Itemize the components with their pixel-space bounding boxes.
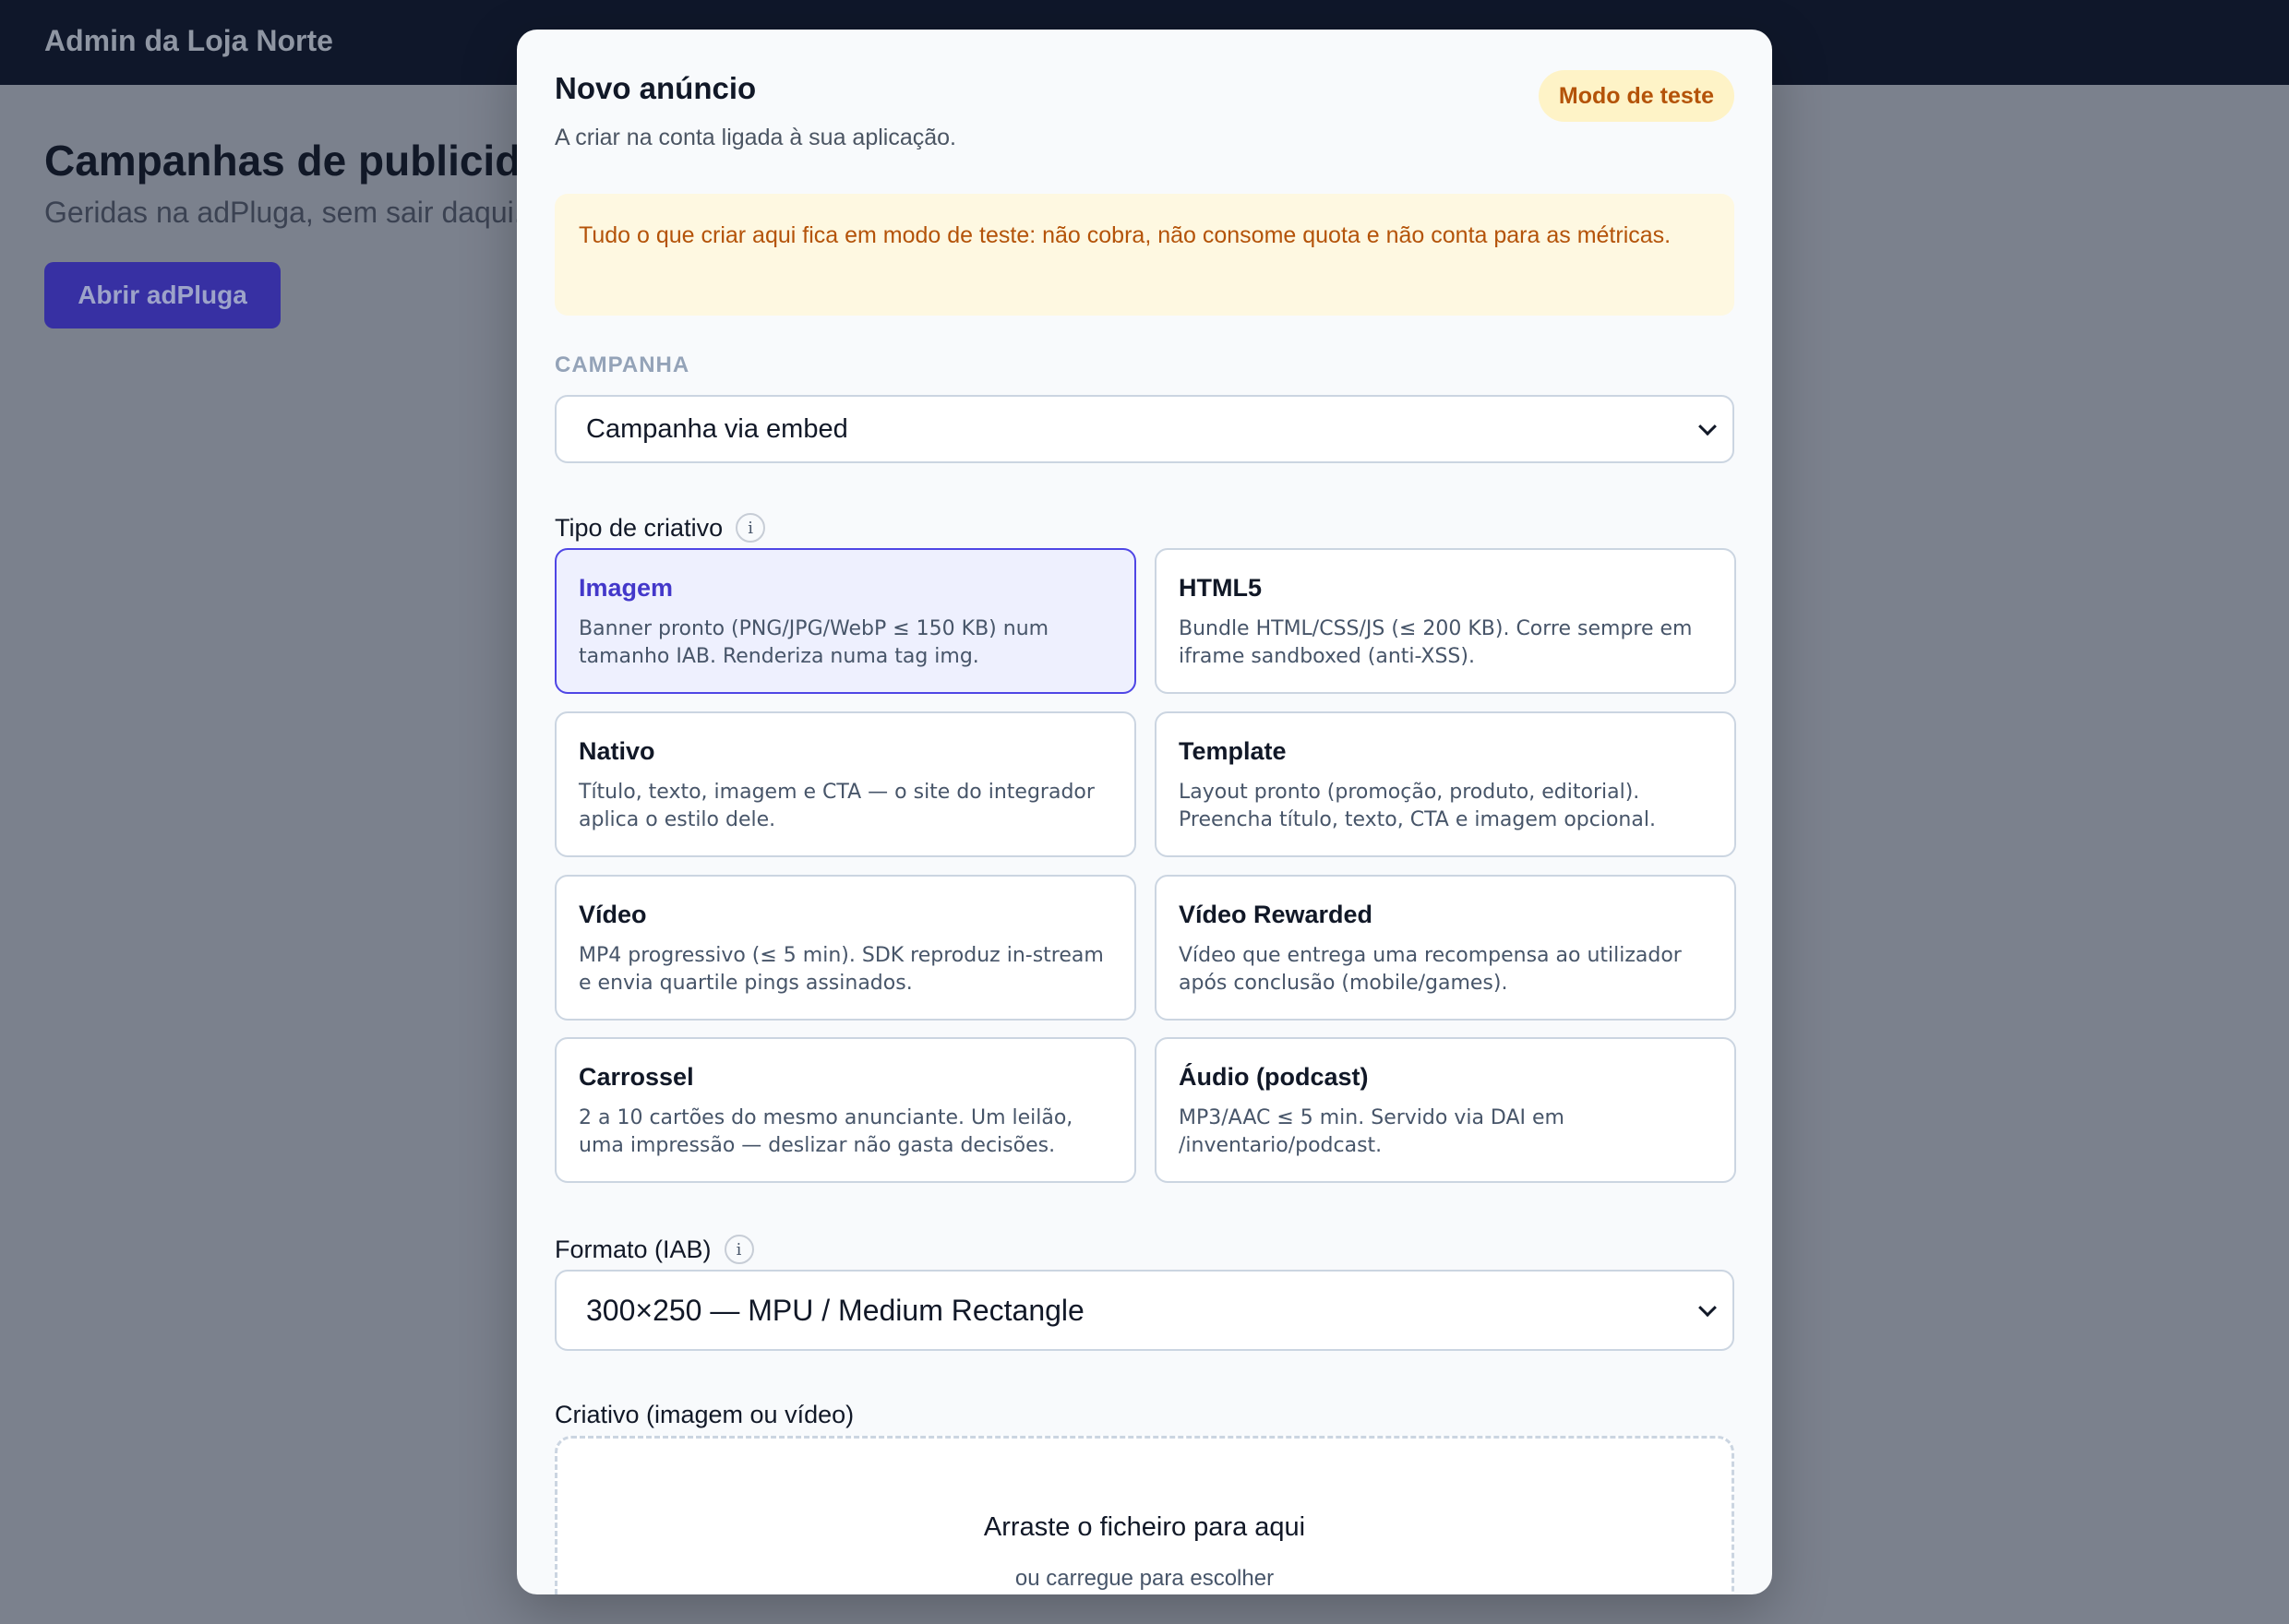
card-description: Título, texto, imagem e CTA — o site do … (579, 781, 1095, 831)
format-select-value: 300×250 — MPU / Medium Rectangle (586, 1293, 1085, 1327)
page-subtitle: Geridas na adPluga, sem sair daqui. (44, 196, 522, 229)
card-title: HTML5 (1179, 574, 1262, 602)
modal-description: A criar na conta ligada à sua aplicação. (555, 125, 956, 150)
card-title: Áudio (podcast) (1179, 1063, 1369, 1091)
format-label-text: Formato (IAB) (555, 1235, 712, 1263)
card-title: Template (1179, 737, 1287, 765)
test-mode-notice: Tudo o que criar aqui fica em modo de te… (555, 194, 1734, 316)
card-title: Vídeo Rewarded (1179, 901, 1373, 928)
campaign-label: CAMPANHA (555, 352, 690, 377)
campaign-select-value: Campanha via embed (586, 413, 848, 444)
card-description: Vídeo que entrega uma recompensa ao util… (1179, 944, 1682, 995)
creative-type-card-template[interactable]: Template Layout pronto (promoção, produt… (1155, 711, 1736, 857)
card-description: MP3/AAC ≤ 5 min. Servido via DAI em /inv… (1179, 1106, 1564, 1157)
chevron-down-icon (1698, 1298, 1717, 1318)
new-ad-modal: Novo anúncio A criar na conta ligada à s… (517, 30, 1772, 1594)
creative-type-card-html5[interactable]: HTML5 Bundle HTML/CSS/JS (≤ 200 KB). Cor… (1155, 548, 1736, 694)
creative-upload-label-text: Criativo (imagem ou vídeo) (555, 1401, 855, 1428)
card-description: MP4 progressivo (≤ 5 min). SDK reproduz … (579, 944, 1104, 995)
creative-type-card-audio[interactable]: Áudio (podcast) MP3/AAC ≤ 5 min. Servido… (1155, 1037, 1736, 1183)
card-description: Banner pronto (PNG/JPG/WebP ≤ 150 KB) nu… (579, 617, 1049, 668)
file-dropzone[interactable]: Arraste o ficheiro para aqui ou carregue… (555, 1436, 1734, 1594)
brand-title: Admin da Loja Norte (44, 24, 333, 57)
card-title: Imagem (579, 574, 674, 602)
card-description: Bundle HTML/CSS/JS (≤ 200 KB). Corre sem… (1179, 617, 1693, 668)
creative-type-label-text: Tipo de criativo (555, 513, 724, 542)
info-icon[interactable]: i (724, 1235, 754, 1264)
campaign-select[interactable]: Campanha via embed (555, 395, 1734, 463)
format-label: Formato (IAB) i (555, 1235, 754, 1264)
creative-type-label: Tipo de criativo i (555, 513, 766, 543)
format-select[interactable]: 300×250 — MPU / Medium Rectangle (555, 1270, 1734, 1351)
creative-type-card-nativo[interactable]: Nativo Título, texto, imagem e CTA — o s… (555, 711, 1136, 857)
card-description: 2 a 10 cartões do mesmo anunciante. Um l… (579, 1106, 1073, 1157)
card-description: Layout pronto (promoção, produto, editor… (1179, 781, 1656, 831)
dropzone-subtitle: ou carregue para escolher (1014, 1566, 1275, 1591)
open-adpluga-button[interactable]: Abrir adPluga (44, 262, 281, 328)
page-title: Campanhas de publicidade (44, 137, 594, 185)
modal-title: Novo anúncio (555, 71, 757, 105)
test-mode-badge: Modo de teste (1538, 70, 1734, 122)
card-title: Vídeo (579, 901, 647, 928)
creative-type-card-carrossel[interactable]: Carrossel 2 a 10 cartões do mesmo anunci… (555, 1037, 1136, 1183)
chevron-down-icon (1698, 417, 1717, 436)
creative-type-card-video[interactable]: Vídeo MP4 progressivo (≤ 5 min). SDK rep… (555, 875, 1136, 1021)
creative-type-card-imagem[interactable]: Imagem Banner pronto (PNG/JPG/WebP ≤ 150… (555, 548, 1136, 694)
info-icon[interactable]: i (736, 513, 766, 543)
creative-upload-label: Criativo (imagem ou vídeo) (555, 1401, 854, 1429)
dropzone-title: Arraste o ficheiro para aqui (983, 1512, 1306, 1542)
card-title: Nativo (579, 737, 655, 765)
creative-type-card-video-rewarded[interactable]: Vídeo Rewarded Vídeo que entrega uma rec… (1155, 875, 1736, 1021)
card-title: Carrossel (579, 1063, 694, 1091)
